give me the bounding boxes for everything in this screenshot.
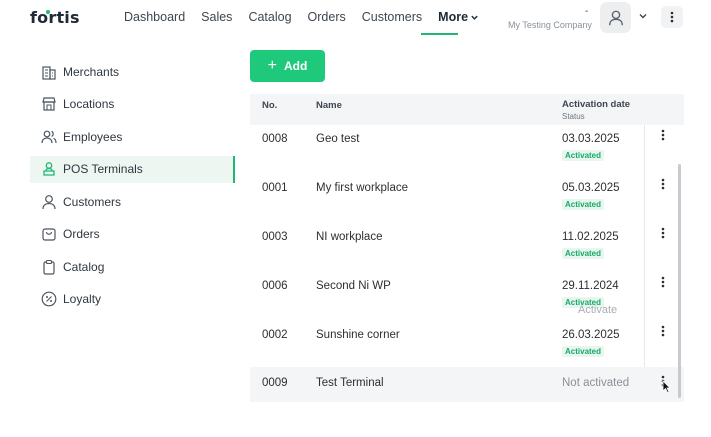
kebab-icon <box>661 325 665 337</box>
user-icon <box>40 193 57 210</box>
cell-name: NI workplace <box>316 231 383 243</box>
sidebar: Merchants Locations Employees POS Termin… <box>30 58 235 318</box>
cell-number: 0003 <box>262 231 288 243</box>
avatar[interactable] <box>600 2 631 33</box>
nav-sales[interactable]: Sales <box>201 10 232 24</box>
column-header-name[interactable]: Name <box>316 100 342 111</box>
percent-icon <box>40 291 57 308</box>
status-text: Not activated <box>562 377 630 389</box>
more-options-button[interactable] <box>661 6 683 28</box>
row-actions-button[interactable] <box>656 176 670 192</box>
logo-text: fortis <box>30 8 80 27</box>
sidebar-item-label: Merchants <box>63 64 120 79</box>
kebab-icon <box>670 11 674 23</box>
status-badge: Activated <box>562 150 605 161</box>
sidebar-item-label: POS Terminals <box>63 162 143 176</box>
cell-activation-date: 03.03.2025 <box>562 133 620 145</box>
sidebar-item-customers[interactable]: Customers <box>30 188 235 215</box>
table-row[interactable]: 0001 My first workplace 05.03.2025 Activ… <box>250 174 684 223</box>
terminals-table: No. Name Activation date Status 0008 Geo… <box>250 94 684 402</box>
kebab-icon <box>661 129 665 141</box>
column-header-no[interactable]: No. <box>262 100 277 111</box>
sidebar-item-label: Orders <box>63 227 100 241</box>
sidebar-item-merchants[interactable]: Merchants <box>30 58 235 85</box>
table-row[interactable]: 0003 NI workplace 11.02.2025 Activated <box>250 223 684 272</box>
clipboard-icon <box>40 258 57 275</box>
cell-name: Test Terminal <box>316 377 384 389</box>
building-icon <box>40 63 57 80</box>
add-terminal-button[interactable]: + Add <box>250 50 325 82</box>
user-name: - <box>585 6 589 17</box>
cell-number: 0006 <box>262 280 288 292</box>
table-scrollbar[interactable] <box>678 164 681 398</box>
sidebar-item-label: Catalog <box>63 259 105 274</box>
add-button-label: Add <box>284 59 308 73</box>
nav-customers[interactable]: Customers <box>362 10 422 24</box>
cell-number: 0008 <box>262 133 288 145</box>
company-name: My Testing Company <box>508 20 592 30</box>
row-actions-button[interactable] <box>656 225 670 241</box>
account-menu-chevron[interactable] <box>638 11 648 21</box>
sidebar-item-label: Employees <box>63 129 123 144</box>
top-bar: fortis Dashboard Sales Catalog Orders Cu… <box>0 0 711 36</box>
pos-terminal-icon <box>40 161 57 178</box>
cell-name: Geo test <box>316 133 360 145</box>
activate-ghost-text: Activate <box>578 304 618 316</box>
row-actions-button[interactable] <box>656 323 670 339</box>
status-badge: Activated <box>562 248 605 259</box>
mouse-cursor-icon <box>662 380 671 393</box>
chevron-down-icon <box>471 15 478 20</box>
sidebar-item-catalog[interactable]: Catalog <box>30 253 235 280</box>
kebab-icon <box>661 178 665 190</box>
nav-more-label: More <box>438 10 469 24</box>
user-icon <box>608 10 623 25</box>
main-nav: Dashboard Sales Catalog Orders Customers… <box>124 10 495 24</box>
cell-number: 0001 <box>262 182 288 194</box>
table-row[interactable]: 0009 Test Terminal Not activated <box>250 367 684 402</box>
table-header: No. Name Activation date Status <box>250 94 684 125</box>
chevron-down-icon <box>639 14 647 19</box>
kebab-icon <box>661 227 665 239</box>
cell-number: 0009 <box>262 377 288 389</box>
table-row[interactable]: 0002 Sunshine corner 26.03.2025 Activate… <box>250 321 684 370</box>
fortis-logo[interactable]: fortis <box>30 8 80 27</box>
bag-icon <box>40 226 57 243</box>
nav-active-underline <box>421 33 458 35</box>
column-subheader-status: Status <box>562 112 585 121</box>
status-badge: Activated <box>562 199 605 210</box>
table-row[interactable]: 0006 Second Ni WP 29.11.2024 Activated A… <box>250 272 684 321</box>
sidebar-item-label: Locations <box>63 97 115 111</box>
plus-icon: + <box>267 57 277 74</box>
sidebar-item-label: Customers <box>63 194 122 209</box>
row-actions-button[interactable] <box>656 274 670 290</box>
sidebar-item-orders[interactable]: Orders <box>30 221 235 248</box>
sidebar-item-employees[interactable]: Employees <box>30 123 235 150</box>
sidebar-item-loyalty[interactable]: Loyalty <box>30 286 235 313</box>
users-icon <box>40 128 57 145</box>
cell-activation-date: 05.03.2025 <box>562 182 620 194</box>
cell-activation-date: 11.02.2025 <box>562 231 619 243</box>
cell-name: Second Ni WP <box>316 280 391 292</box>
cell-activation-date: 29.11.2024 <box>562 280 619 292</box>
sidebar-item-locations[interactable]: Locations <box>30 91 235 118</box>
sidebar-item-pos-terminals[interactable]: POS Terminals <box>30 155 235 183</box>
nav-catalog[interactable]: Catalog <box>248 10 291 24</box>
logo-dot <box>46 10 50 14</box>
row-actions-button[interactable] <box>656 127 670 143</box>
nav-more[interactable]: More <box>438 10 479 24</box>
store-icon <box>40 96 57 113</box>
table-row[interactable]: 0008 Geo test 03.03.2025 Activated <box>250 125 684 174</box>
cell-number: 0002 <box>262 329 288 341</box>
sidebar-item-label: Loyalty <box>63 292 102 306</box>
kebab-icon <box>661 276 665 288</box>
cell-name: My first workplace <box>316 182 409 194</box>
column-header-activation-date[interactable]: Activation date <box>562 99 630 110</box>
cell-name: Sunshine corner <box>316 329 400 341</box>
nav-dashboard[interactable]: Dashboard <box>124 10 185 24</box>
nav-orders[interactable]: Orders <box>308 10 346 24</box>
status-badge: Activated <box>562 346 605 357</box>
cell-activation-date: 26.03.2025 <box>562 329 620 341</box>
